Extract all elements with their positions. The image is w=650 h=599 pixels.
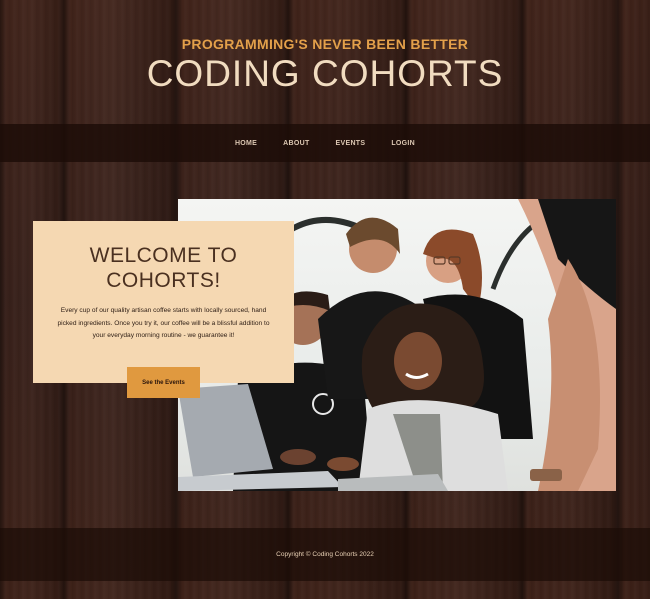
nav-link-login[interactable]: LOGIN (391, 140, 415, 147)
site-footer: Copyright © Coding Cohorts 2022 (0, 528, 650, 581)
welcome-description: Every cup of our quality artisan coffee … (57, 307, 270, 339)
welcome-card: WELCOME TO COHORTS! Every cup of our qua… (33, 221, 294, 383)
copyright-text: Copyright © Coding Cohorts 2022 (276, 551, 374, 558)
site-title: CODING COHORTS (146, 53, 504, 94)
welcome-title-line-1: WELCOME TO (89, 244, 238, 267)
site-tagline: PROGRAMMING'S NEVER BEEN BETTER (181, 36, 469, 52)
welcome-title: WELCOME TO COHORTS! (51, 243, 276, 293)
main-nav: HOME ABOUT EVENTS LOGIN (0, 124, 650, 162)
welcome-title-line-2: COHORTS! (106, 269, 221, 292)
see-events-button[interactable]: See the Events (127, 367, 200, 398)
nav-link-about[interactable]: ABOUT (283, 140, 309, 147)
nav-link-home[interactable]: HOME (235, 140, 257, 147)
nav-link-events[interactable]: EVENTS (336, 140, 366, 147)
site-header: PROGRAMMING'S NEVER BEEN BETTER CODING C… (0, 36, 650, 94)
